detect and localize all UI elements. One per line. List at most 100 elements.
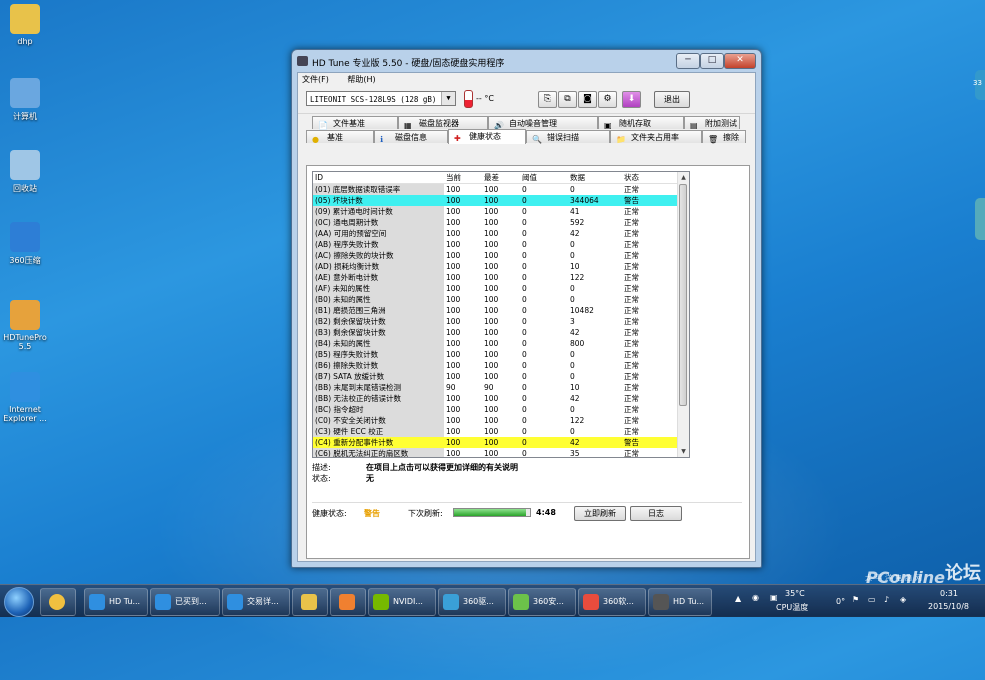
gadget-tab[interactable]: 33 xyxy=(973,70,985,100)
tab-health[interactable]: ✚ 健康状态 xyxy=(448,129,526,144)
col-status[interactable]: 状态 xyxy=(624,172,674,183)
table-row[interactable]: (B6) 擦除失败计数 100 100 0 0 正常 xyxy=(313,360,677,371)
tray-shield-icon[interactable]: ◈ xyxy=(900,595,906,604)
copy-all-icon[interactable]: ⧉ xyxy=(558,91,577,108)
taskbar-button[interactable]: HD Tu... xyxy=(648,588,712,616)
table-row[interactable]: (AB) 程序失败计数 100 100 0 0 正常 xyxy=(313,239,677,250)
download-icon[interactable]: ⬇ xyxy=(622,91,641,108)
pinned-360-browser[interactable] xyxy=(40,588,76,616)
tab-disk-monitor[interactable]: ▦ 磁盘监视器 xyxy=(398,116,488,130)
table-row[interactable]: (C0) 不安全关闭计数 100 100 0 122 正常 xyxy=(313,415,677,426)
tab-disk-info[interactable]: ℹ 磁盘信息 xyxy=(374,130,448,144)
copy-icon[interactable]: ⎘ xyxy=(538,91,557,108)
cell-worst: 100 xyxy=(484,251,499,260)
tab-file-benchmark[interactable]: 📄 文件基准 xyxy=(312,116,398,130)
desktop-icon[interactable]: 计算机 xyxy=(2,78,48,122)
scroll-down-icon[interactable]: ▼ xyxy=(678,446,689,457)
table-row[interactable]: (C3) 硬件 ECC 校正 100 100 0 0 正常 xyxy=(313,426,677,437)
taskbar-button[interactable] xyxy=(292,588,328,616)
exit-button[interactable]: 退出 xyxy=(654,91,690,108)
table-row[interactable]: (B5) 程序失败计数 100 100 0 0 正常 xyxy=(313,349,677,360)
desktop-icon[interactable]: 回收站 xyxy=(2,150,48,194)
tray-flag-icon[interactable]: ⚑ xyxy=(852,595,859,604)
scroll-thumb[interactable] xyxy=(679,184,687,406)
table-row[interactable]: (B3) 剩余保留块计数 100 100 0 42 正常 xyxy=(313,327,677,338)
desktop-icon[interactable]: 360压缩 xyxy=(2,222,48,266)
desktop-item-icon xyxy=(10,372,40,402)
tray-battery-icon[interactable]: ▭ xyxy=(868,595,876,604)
table-row[interactable]: (AA) 可用的预留空间 100 100 0 42 正常 xyxy=(313,228,677,239)
table-row[interactable]: (AD) 损耗均衡计数 100 100 0 10 正常 xyxy=(313,261,677,272)
maximize-button[interactable]: □ xyxy=(700,53,724,69)
cell-threshold: 0 xyxy=(522,284,527,293)
start-button[interactable] xyxy=(4,587,34,617)
tray-network-icon[interactable]: ▣ xyxy=(770,593,778,602)
table-row[interactable]: (BC) 指令超时 100 100 0 0 正常 xyxy=(313,404,677,415)
col-current[interactable]: 当前 xyxy=(446,172,482,183)
table-row[interactable]: (B7) SATA 放缓计数 100 100 0 0 正常 xyxy=(313,371,677,382)
drive-select[interactable]: LITEONIT SCS-128L9S (128 gB) ▼ xyxy=(306,91,456,106)
table-row[interactable]: (AC) 擦除失败的块计数 100 100 0 0 正常 xyxy=(313,250,677,261)
table-row[interactable]: (B4) 未知的属性 100 100 0 800 正常 xyxy=(313,338,677,349)
refresh-now-button[interactable]: 立即刷新 xyxy=(574,506,626,521)
tab-erase[interactable]: 🗑 擦除 xyxy=(702,130,746,144)
log-button[interactable]: 日志 xyxy=(630,506,682,521)
table-row[interactable]: (C6) 脱机无法纠正的扇区数 100 100 0 35 正常 xyxy=(313,448,677,457)
chevron-down-icon[interactable]: ▼ xyxy=(441,92,455,105)
taskbar-button[interactable]: 360软... xyxy=(578,588,646,616)
desktop-icon[interactable]: dhp xyxy=(2,4,48,46)
tab-random-access[interactable]: ▣ 随机存取 xyxy=(598,116,684,130)
col-data[interactable]: 数据 xyxy=(570,172,622,183)
desktop-icon[interactable]: Internet Explorer ... xyxy=(2,372,48,423)
tab-extra-tests[interactable]: ▤ 附加测试 xyxy=(684,116,740,130)
camera-icon[interactable]: ◙ xyxy=(578,91,597,108)
col-threshold[interactable]: 阈值 xyxy=(522,172,568,183)
table-row[interactable]: (C4) 重新分配事件计数 100 100 0 42 警告 xyxy=(313,437,677,448)
tab-aam[interactable]: 🔊 自动噪音管理 xyxy=(488,116,598,130)
taskbar-button[interactable] xyxy=(330,588,366,616)
col-worst[interactable]: 最差 xyxy=(484,172,520,183)
tab-folder-usage[interactable]: 📁 文件夹占用率 xyxy=(610,130,702,144)
tab-benchmark[interactable]: ● 基准 xyxy=(306,130,374,144)
desktop-icon[interactable]: HDTunePro 5.5 xyxy=(2,300,48,351)
scroll-up-icon[interactable]: ▲ xyxy=(678,172,689,183)
tray-volume-icon[interactable]: ♪ xyxy=(884,595,889,604)
cell-id: (01) 底层数据读取错误率 xyxy=(315,185,401,194)
table-row[interactable]: (01) 底层数据读取错误率 100 100 0 0 正常 xyxy=(313,184,677,195)
clock-date[interactable]: 2015/10/8 xyxy=(928,602,969,611)
cell-threshold: 0 xyxy=(522,339,527,348)
tray-arrow-icon[interactable]: ▲ xyxy=(735,594,741,603)
table-row[interactable]: (09) 累计通电时间计数 100 100 0 41 正常 xyxy=(313,206,677,217)
options-icon[interactable]: ⚙ xyxy=(598,91,617,108)
table-row[interactable]: (05) 坏块计数 100 100 0 344064 警告 xyxy=(313,195,677,206)
cell-worst: 100 xyxy=(484,218,499,227)
table-row[interactable]: (B0) 未知的属性 100 100 0 0 正常 xyxy=(313,294,677,305)
table-row[interactable]: (BB) 末尾到末尾错误检测 90 90 0 10 正常 xyxy=(313,382,677,393)
table-row[interactable]: (B2) 剩余保留块计数 100 100 0 3 正常 xyxy=(313,316,677,327)
table-row[interactable]: (0C) 通电周期计数 100 100 0 592 正常 xyxy=(313,217,677,228)
status-row: 状态: 无 xyxy=(312,473,374,484)
minimize-button[interactable]: ─ xyxy=(676,53,700,69)
table-row[interactable]: (B1) 磨损范围三角洲 100 100 0 10482 正常 xyxy=(313,305,677,316)
table-row[interactable]: (AF) 未知的属性 100 100 0 0 正常 xyxy=(313,283,677,294)
cell-current: 100 xyxy=(446,251,461,260)
smart-attribute-list[interactable]: ID 当前 最差 阈值 数据 状态 (01) 底层数据读取错误率 100 100 0 0… xyxy=(312,171,690,458)
close-button[interactable]: ✕ xyxy=(724,53,756,69)
taskbar-button[interactable]: HD Tu... xyxy=(84,588,148,616)
sidebar-gadget[interactable] xyxy=(975,198,985,240)
clock-time[interactable]: 0:31 xyxy=(940,589,958,598)
taskbar-button[interactable]: NVIDI... xyxy=(368,588,436,616)
title-bar[interactable]: HD Tune 专业版 5.50 - 硬盘/固态硬盘实用程序 ─ □ ✕ xyxy=(292,50,761,72)
taskbar-button[interactable]: 360安... xyxy=(508,588,576,616)
table-row[interactable]: (BB) 无法校正的错误计数 100 100 0 42 正常 xyxy=(313,393,677,404)
taskbar-button[interactable]: 360驱... xyxy=(438,588,506,616)
list-scrollbar[interactable]: ▲ ▼ xyxy=(677,172,689,457)
taskbar-button[interactable]: 已买到... xyxy=(150,588,220,616)
table-row[interactable]: (AE) 意外断电计数 100 100 0 122 正常 xyxy=(313,272,677,283)
taskbar-button[interactable]: 交易详... xyxy=(222,588,290,616)
menu-file[interactable]: 文件(F) xyxy=(302,75,329,84)
col-id[interactable]: ID xyxy=(315,172,443,183)
menu-help[interactable]: 帮助(H) xyxy=(347,75,375,84)
tray-sound-icon[interactable]: ◉ xyxy=(752,593,759,602)
tab-error-scan[interactable]: 🔍 错误扫描 xyxy=(526,130,610,144)
